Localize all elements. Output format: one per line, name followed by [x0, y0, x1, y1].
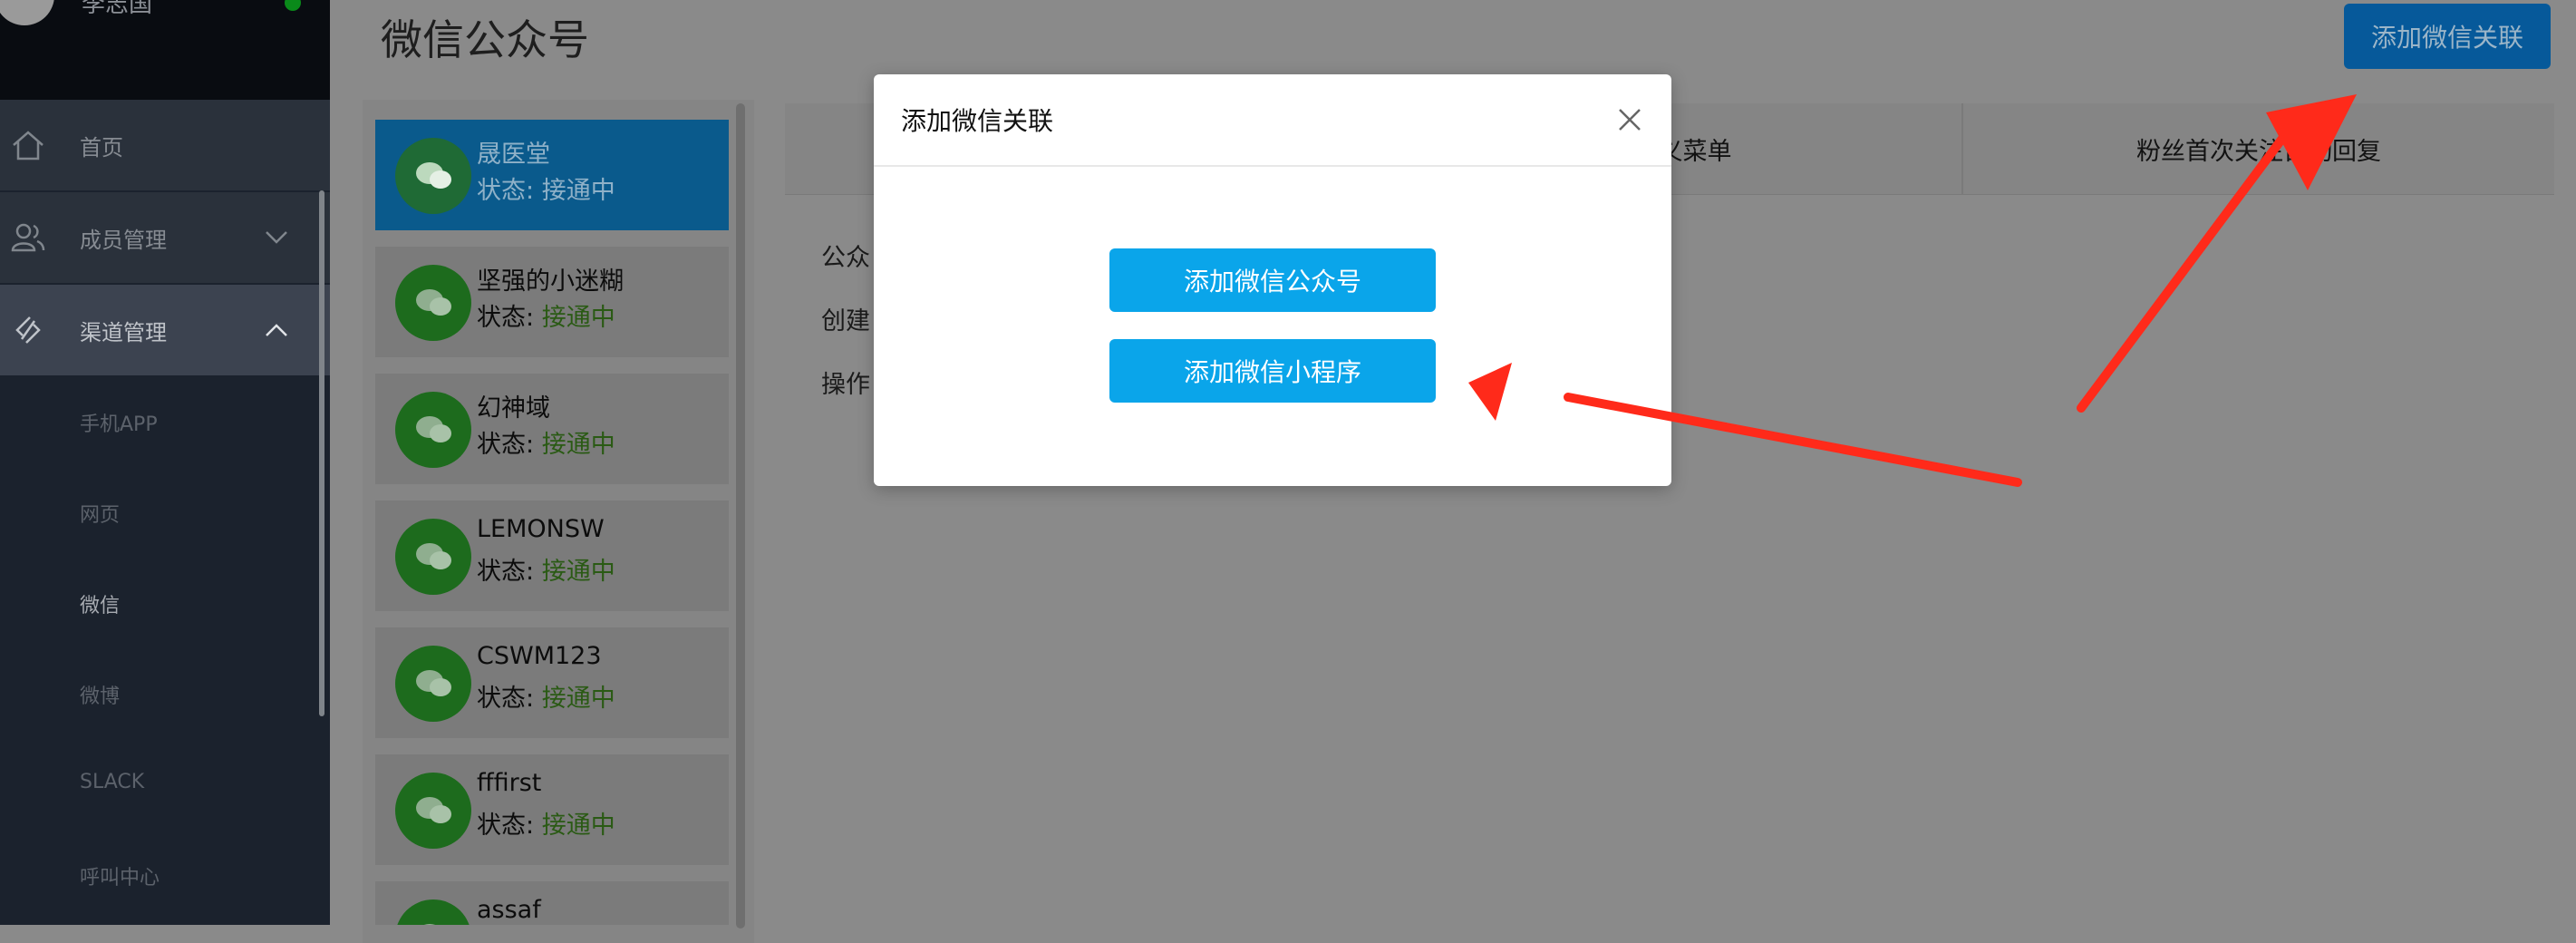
annotation-arrows: [1468, 94, 2357, 487]
annotation-arrow-to-top-button: [2077, 94, 2357, 413]
annotation-arrow-to-mini-program: [1468, 363, 2022, 487]
